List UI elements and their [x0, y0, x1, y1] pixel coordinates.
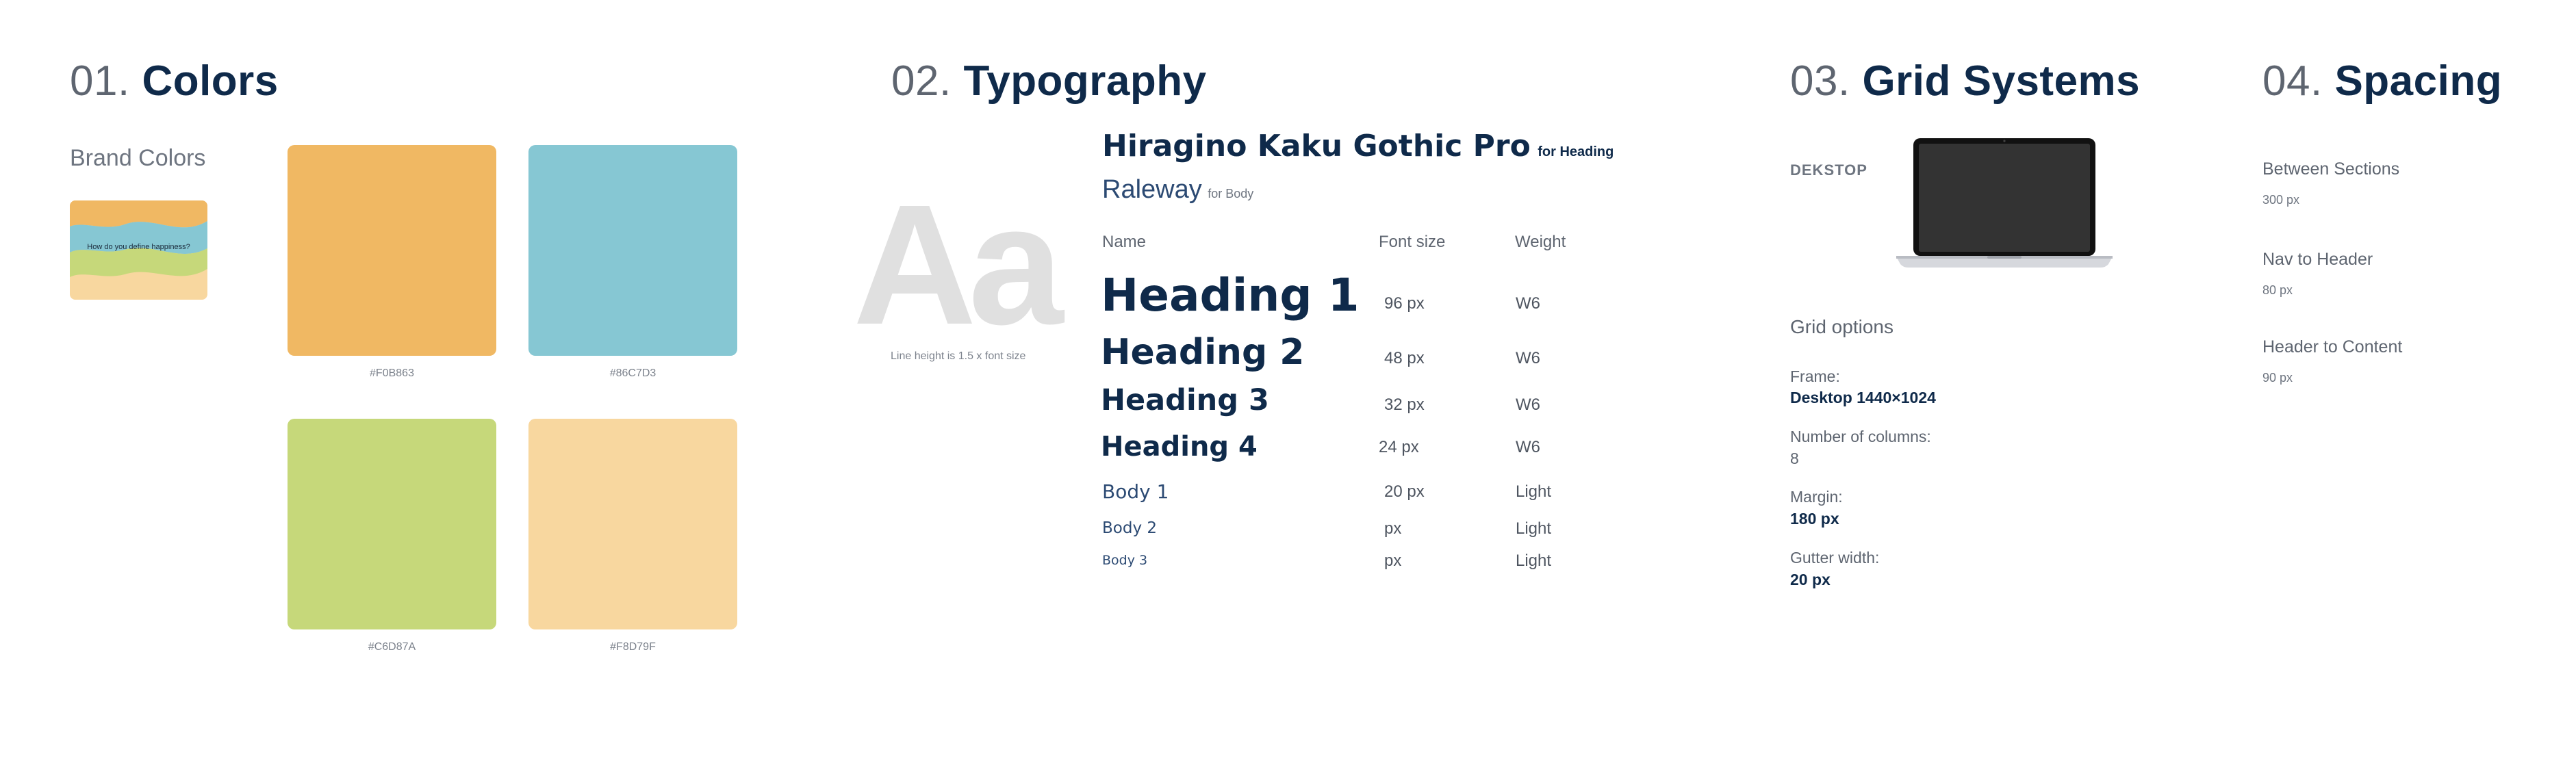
- swatch-3-hex: #C6D87A: [368, 641, 416, 653]
- section-number: 03.: [1790, 57, 1850, 105]
- section-name: Typography: [963, 57, 1207, 105]
- gutter-label: Gutter width:: [1790, 549, 1880, 567]
- section-number: 01.: [70, 57, 130, 105]
- type-row-name: Heading 2: [1101, 332, 1305, 373]
- section-number: 04.: [2262, 57, 2323, 105]
- thumbnail-caption: How do you define happiness?: [87, 243, 190, 251]
- spacing-section-title: 04. Spacing: [2262, 60, 2502, 103]
- gutter-value: 20 px: [1790, 571, 1831, 588]
- section-name: Colors: [142, 57, 279, 105]
- grid-section-title: 03. Grid Systems: [1790, 60, 2140, 103]
- type-row-size: 48 px: [1384, 349, 1425, 367]
- type-row-weight: W6: [1516, 294, 1540, 313]
- section-number: 02.: [891, 57, 952, 105]
- type-row-size: px: [1384, 519, 1402, 538]
- spacing-value: 80 px: [2262, 283, 2293, 297]
- body-font-name: Raleway: [1102, 175, 1202, 204]
- brand-colors-label: Brand Colors: [70, 145, 206, 171]
- body-font-line: Raleway for Body: [1102, 175, 1253, 205]
- swatch-3: [288, 419, 496, 629]
- type-row-name: Body 1: [1102, 480, 1169, 503]
- section-name: Spacing: [2334, 57, 2503, 105]
- type-row-name: Heading 3: [1101, 383, 1269, 417]
- heading-font-line: Hiragino Kaku Gothic Pro for Heading: [1102, 129, 1614, 164]
- laptop-icon: [1896, 137, 2113, 268]
- swatch-4: [528, 419, 737, 629]
- type-row-size: 32 px: [1384, 395, 1425, 414]
- columns-value: 8: [1790, 450, 1799, 467]
- type-row-weight: W6: [1516, 438, 1540, 456]
- col-header-weight: Weight: [1515, 233, 1566, 251]
- heading-font-name: Hiragino Kaku Gothic Pro: [1102, 129, 1531, 164]
- type-row-name: Heading 1: [1101, 269, 1360, 322]
- spacing-label: Header to Content: [2262, 337, 2403, 356]
- margin-value: 180 px: [1790, 510, 1839, 528]
- col-header-name: Name: [1102, 233, 1147, 251]
- type-row-size: 96 px: [1384, 294, 1425, 313]
- frame-value: Desktop 1440×1024: [1790, 389, 1936, 406]
- type-row-size: px: [1384, 551, 1402, 570]
- type-row-weight: W6: [1516, 395, 1540, 414]
- type-row-weight: Light: [1516, 482, 1552, 501]
- spacing-value: 90 px: [2262, 371, 2293, 385]
- type-row-name: Body 2: [1102, 519, 1158, 537]
- section-name: Grid Systems: [1862, 57, 2141, 105]
- type-row-weight: Light: [1516, 519, 1552, 538]
- columns-label: Number of columns:: [1790, 428, 1931, 445]
- typography-section-title: 02. Typography: [891, 60, 1207, 103]
- spacing-label: Nav to Header: [2262, 250, 2373, 269]
- type-row-weight: Light: [1516, 551, 1552, 570]
- type-row-name: Heading 4: [1101, 431, 1258, 463]
- swatch-2: [528, 145, 737, 356]
- col-header-size: Font size: [1379, 233, 1446, 251]
- body-font-note: for Body: [1208, 187, 1254, 200]
- swatch-1: [288, 145, 496, 356]
- spacing-value: 300 px: [2262, 193, 2300, 207]
- laptop-illustration: [1896, 138, 2113, 268]
- type-specimen: Aa: [853, 169, 1064, 360]
- type-row-name: Body 3: [1102, 553, 1148, 568]
- brand-thumbnail: How do you define happiness?: [70, 200, 207, 300]
- swatch-1-hex: #F0B863: [370, 367, 414, 379]
- grid-options-title: Grid options: [1790, 316, 1893, 337]
- heading-font-note: for Heading: [1538, 144, 1614, 159]
- type-row-weight: W6: [1516, 349, 1540, 367]
- type-row-size: 20 px: [1384, 482, 1425, 501]
- type-row-size: 24 px: [1379, 438, 1419, 456]
- margin-label: Margin:: [1790, 488, 1843, 506]
- line-height-note: Line height is 1.5 x font size: [891, 350, 1026, 362]
- device-label: DEKSTOP: [1790, 161, 1867, 179]
- spacing-label: Between Sections: [2262, 159, 2400, 179]
- colors-section-title: 01. Colors: [70, 60, 279, 103]
- swatch-2-hex: #86C7D3: [609, 367, 656, 379]
- frame-label: Frame:: [1790, 367, 1840, 385]
- swatch-4-hex: #F8D79F: [610, 641, 656, 653]
